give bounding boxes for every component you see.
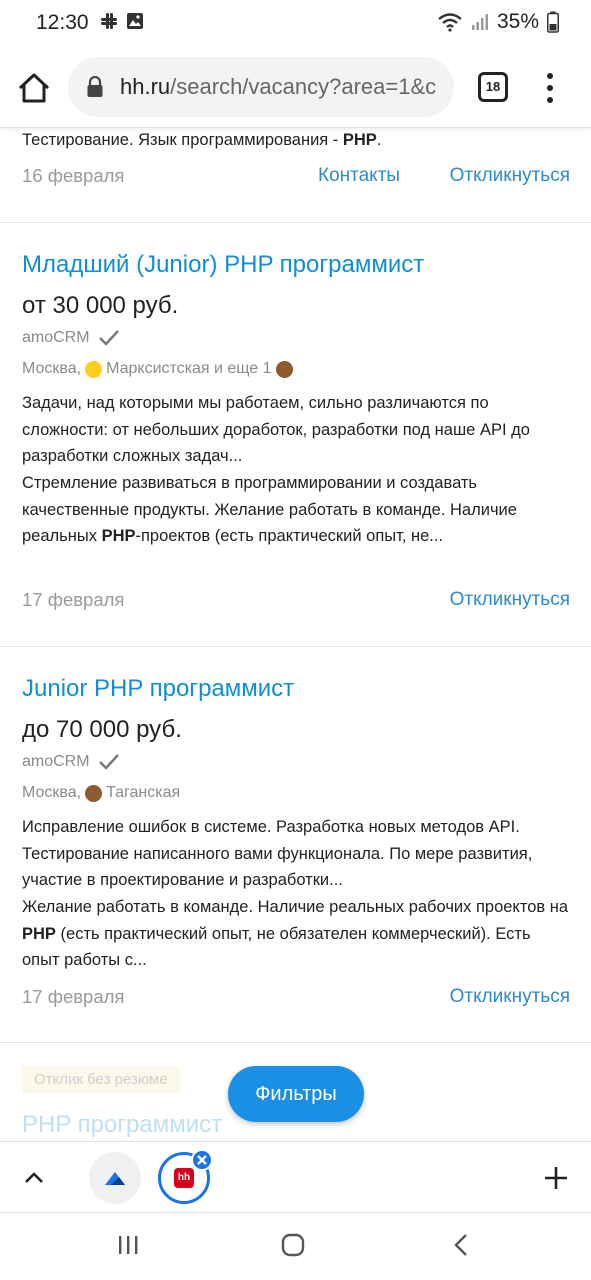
vacancy-requirement: Желание работать в команде. Наличие реал… — [22, 894, 572, 974]
page-content: Тестирование. Язык программирования - PH… — [0, 128, 591, 1141]
no-resume-badge: Отклик без резюме — [22, 1066, 180, 1093]
requirement-text: Желание работать в команде. Наличие реал… — [22, 898, 569, 916]
system-nav-bar — [0, 1213, 591, 1280]
vacancy-location: Москва, Таганская — [22, 784, 180, 802]
filters-button[interactable]: Фильтры — [228, 1066, 364, 1122]
vacancy-responsibility: Исправление ошибок в системе. Разработка… — [22, 818, 533, 889]
requirement-text-end: (есть практический опыт, не обязателен к… — [22, 924, 531, 970]
close-tab-button[interactable] — [191, 1149, 213, 1171]
url-path: /search/vacancy?area=1&c — [170, 74, 437, 99]
metro-line-dot — [85, 360, 103, 378]
snippet-text: Тестирование. Язык программирования - — [22, 131, 343, 149]
respond-link[interactable]: Откликнуться — [450, 986, 570, 1008]
address-bar[interactable]: hh.ru/search/vacancy?area=1&c — [68, 57, 454, 117]
vacancy-date: 17 февраля — [22, 589, 125, 610]
tab-switcher-button[interactable]: 18 — [478, 72, 508, 102]
metro-line-dot-extra — [275, 360, 293, 378]
verified-check-icon — [98, 330, 119, 346]
signal-icon — [471, 14, 488, 30]
lock-icon — [87, 76, 103, 97]
slack-icon — [101, 13, 117, 29]
snippet-text-end: . — [376, 131, 382, 149]
vacancy-company: amoCRM — [22, 329, 120, 347]
notification-icons — [100, 12, 144, 30]
vacancy-title-link[interactable]: Младший (Junior) PHP программист — [22, 251, 424, 279]
respond-link[interactable]: Откликнуться — [450, 589, 570, 611]
vacancy-title-link[interactable]: Junior PHP программист — [22, 675, 294, 703]
vacancy-title-link[interactable]: PHP программист — [22, 1111, 222, 1139]
vacancy-card: Младший (Junior) PHP программист от 30 0… — [0, 223, 591, 647]
vacancy-salary: от 30 000 руб. — [22, 292, 179, 319]
vacancy-date: 17 февраля — [22, 986, 125, 1007]
snippet-highlight: PHP — [342, 131, 377, 149]
tab-strip: hh — [0, 1141, 591, 1213]
vacancy-location: Москва, Марксистская и еще 1 — [22, 360, 293, 378]
expand-tabs-button[interactable] — [22, 1166, 46, 1195]
url-text: hh.ru/search/vacancy?area=1&c — [120, 74, 436, 100]
status-time: 12:30 — [36, 11, 89, 34]
company-link[interactable]: amoCRM — [22, 329, 90, 347]
tab-thumbnail[interactable] — [89, 1152, 141, 1204]
chevron-up-icon — [25, 1172, 43, 1183]
app-logo-icon — [105, 1172, 125, 1185]
url-domain: hh.ru — [120, 74, 171, 99]
vacancy-date: 16 февраля — [22, 165, 125, 186]
respond-link[interactable]: Откликнуться — [450, 165, 570, 187]
browser-toolbar: hh.ru/search/vacancy?area=1&c 18 — [0, 46, 591, 128]
verified-check-icon — [98, 754, 119, 770]
city-name: Москва, — [22, 360, 82, 377]
hh-logo-icon: hh — [174, 1168, 194, 1188]
system-status: 35% — [437, 10, 559, 34]
recents-button[interactable] — [116, 1233, 140, 1262]
vacancy-card: Junior PHP программист до 70 000 руб. am… — [0, 647, 591, 1043]
requirement-highlight: PHP — [101, 527, 136, 545]
recents-icon — [119, 1236, 138, 1254]
city-name: Москва, — [22, 784, 82, 801]
home-icon — [18, 73, 50, 103]
back-icon — [454, 1234, 467, 1256]
status-bar: 12:30 35% — [0, 0, 591, 46]
home-circle-icon — [281, 1233, 305, 1257]
new-tab-button[interactable] — [543, 1165, 569, 1196]
battery-percent: 35% — [496, 10, 539, 33]
home-nav-button[interactable] — [281, 1233, 305, 1262]
metro-station: Марксистская и еще 1 — [106, 360, 272, 377]
company-link[interactable]: amoCRM — [22, 753, 90, 771]
contacts-link[interactable]: Контакты — [318, 165, 400, 187]
vacancy-salary: до 70 000 руб. — [22, 716, 182, 743]
close-icon — [197, 1155, 207, 1165]
more-vert-icon — [547, 73, 553, 103]
battery-icon — [547, 11, 559, 33]
image-icon — [127, 13, 143, 29]
wifi-icon — [438, 13, 462, 32]
overflow-menu-button[interactable] — [540, 70, 560, 106]
vacancy-snippet: Тестирование. Язык программирования - PH… — [22, 128, 572, 154]
back-button[interactable] — [450, 1233, 474, 1262]
vacancy-company: amoCRM — [22, 753, 120, 771]
vacancy-responsibility: Задачи, над которыми мы работаем, сильно… — [22, 394, 530, 465]
vacancy-requirement: Стремление развиваться в программировани… — [22, 470, 572, 550]
home-button[interactable] — [14, 68, 54, 108]
previous-vacancy-tail: Тестирование. Язык программирования - PH… — [0, 128, 591, 223]
plus-icon — [545, 1167, 567, 1189]
requirement-highlight: PHP — [22, 924, 56, 943]
requirement-text-end: -проектов (есть практический опыт, не... — [135, 527, 444, 545]
metro-line-dot — [85, 784, 103, 802]
metro-station: Таганская — [106, 784, 181, 801]
